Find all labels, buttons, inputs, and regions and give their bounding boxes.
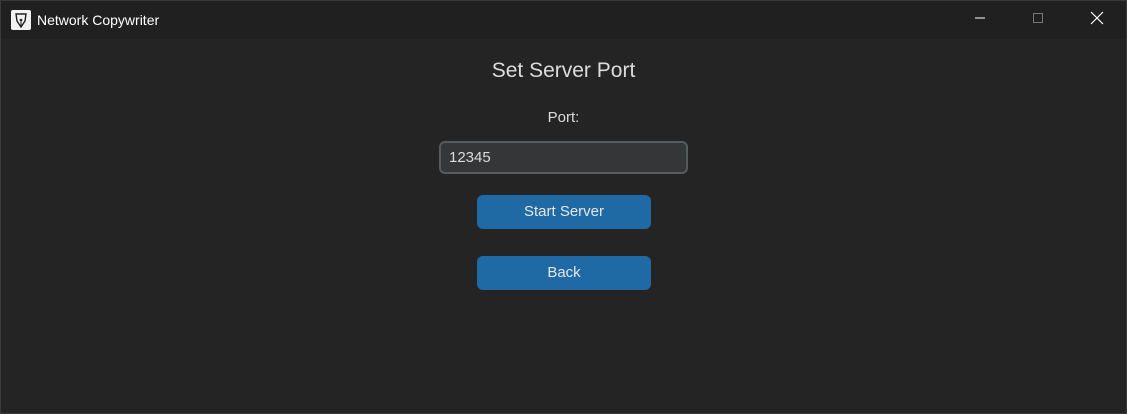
back-button[interactable]: Back: [477, 256, 651, 290]
close-icon: [1090, 11, 1104, 30]
page-title: Set Server Port: [491, 59, 636, 82]
main-content: Set Server Port Port: Start Server Back: [1, 39, 1126, 413]
close-button[interactable]: [1068, 1, 1126, 39]
maximize-button[interactable]: [1009, 1, 1067, 39]
title-bar[interactable]: Network Copywriter: [1, 1, 1126, 39]
minimize-button[interactable]: [951, 1, 1009, 39]
fountain-pen-nib-icon: [11, 10, 31, 30]
port-input[interactable]: [439, 141, 688, 174]
window-title: Network Copywriter: [37, 12, 160, 28]
app-window: Network Copywriter Set Server Port Port:…: [0, 0, 1127, 414]
port-label: Port:: [547, 109, 580, 126]
minimize-icon: [974, 11, 986, 29]
maximize-icon: [1032, 11, 1044, 29]
start-server-button[interactable]: Start Server: [477, 195, 651, 229]
